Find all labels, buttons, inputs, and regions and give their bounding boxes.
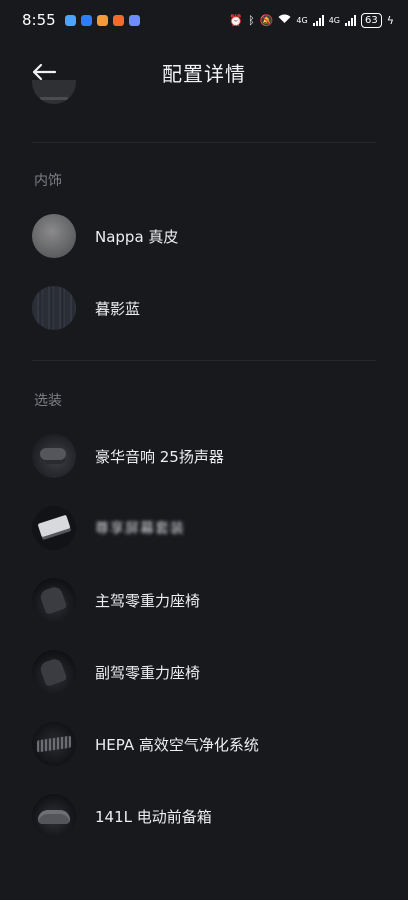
signal-strength-icon [312,14,324,26]
divider [32,360,376,361]
list-item-dusk-blue: 暮影蓝 [32,284,376,332]
list-item-label: Nappa 真皮 [95,227,179,246]
list-item-hepa-filter: HEPA 高效空气净化系统 [32,720,376,768]
status-bar: 8:55 ⏰ ᛒ 🔕 4G 4G 63 ϟ [0,0,408,40]
hepa-filter-thumbnail [32,722,76,766]
status-bar-right: ⏰ ᛒ 🔕 4G 4G 63 ϟ [229,12,394,28]
list-item-label-blurred: 尊享屏幕套装 [95,521,185,537]
battery-indicator: 63 [361,12,382,28]
driver-seat-thumbnail [32,578,76,622]
list-item-nappa-leather: Nappa 真皮 [32,212,376,260]
notification-app-icon [80,14,92,26]
dusk-blue-thumbnail [32,286,76,330]
section-label-options: 选装 [34,393,62,409]
list-item-premium-audio: 豪华音响 25扬声器 [32,432,376,480]
list-item-label: HEPA 高效空气净化系统 [95,735,259,754]
list-item-label: 主驾零重力座椅 [95,591,201,610]
nappa-leather-thumbnail [32,214,76,258]
list-item-passenger-zero-gravity-seat: 副驾零重力座椅 [32,648,376,696]
divider [32,142,376,143]
charging-icon: ϟ [386,13,394,27]
notification-app-icon [64,14,76,26]
wifi-icon [278,14,291,27]
screen-package-thumbnail [32,506,76,550]
partial-thumbnail [32,80,76,104]
bluetooth-icon: ᛒ [248,13,255,27]
premium-audio-thumbnail [32,434,76,478]
list-item-driver-zero-gravity-seat: 主驾零重力座椅 [32,576,376,624]
list-item-label: 暮影蓝 [95,299,141,318]
signal-label-2: 4G [328,15,340,25]
list-item-screen-package: 尊享屏幕套装 [32,504,376,552]
list-item-label: 141L 电动前备箱 [95,807,212,826]
frunk-thumbnail [32,794,76,838]
list-item-frunk: 141L 电动前备箱 [32,792,376,840]
signal-label-1: 4G [296,15,308,25]
notification-app-icon [112,14,124,26]
notification-app-icon [96,14,108,26]
status-time: 8:55 [22,11,56,29]
section-label-interior: 内饰 [34,173,62,189]
alarm-icon: ⏰ [229,13,244,27]
list-item-label: 豪华音响 25扬声器 [95,447,224,466]
passenger-seat-thumbnail [32,650,76,694]
mute-icon: 🔕 [259,13,274,27]
signal-strength-icon [345,14,356,26]
status-bar-left: 8:55 [22,11,140,29]
list-item-label: 副驾零重力座椅 [95,663,201,682]
notification-app-icon [128,14,140,26]
